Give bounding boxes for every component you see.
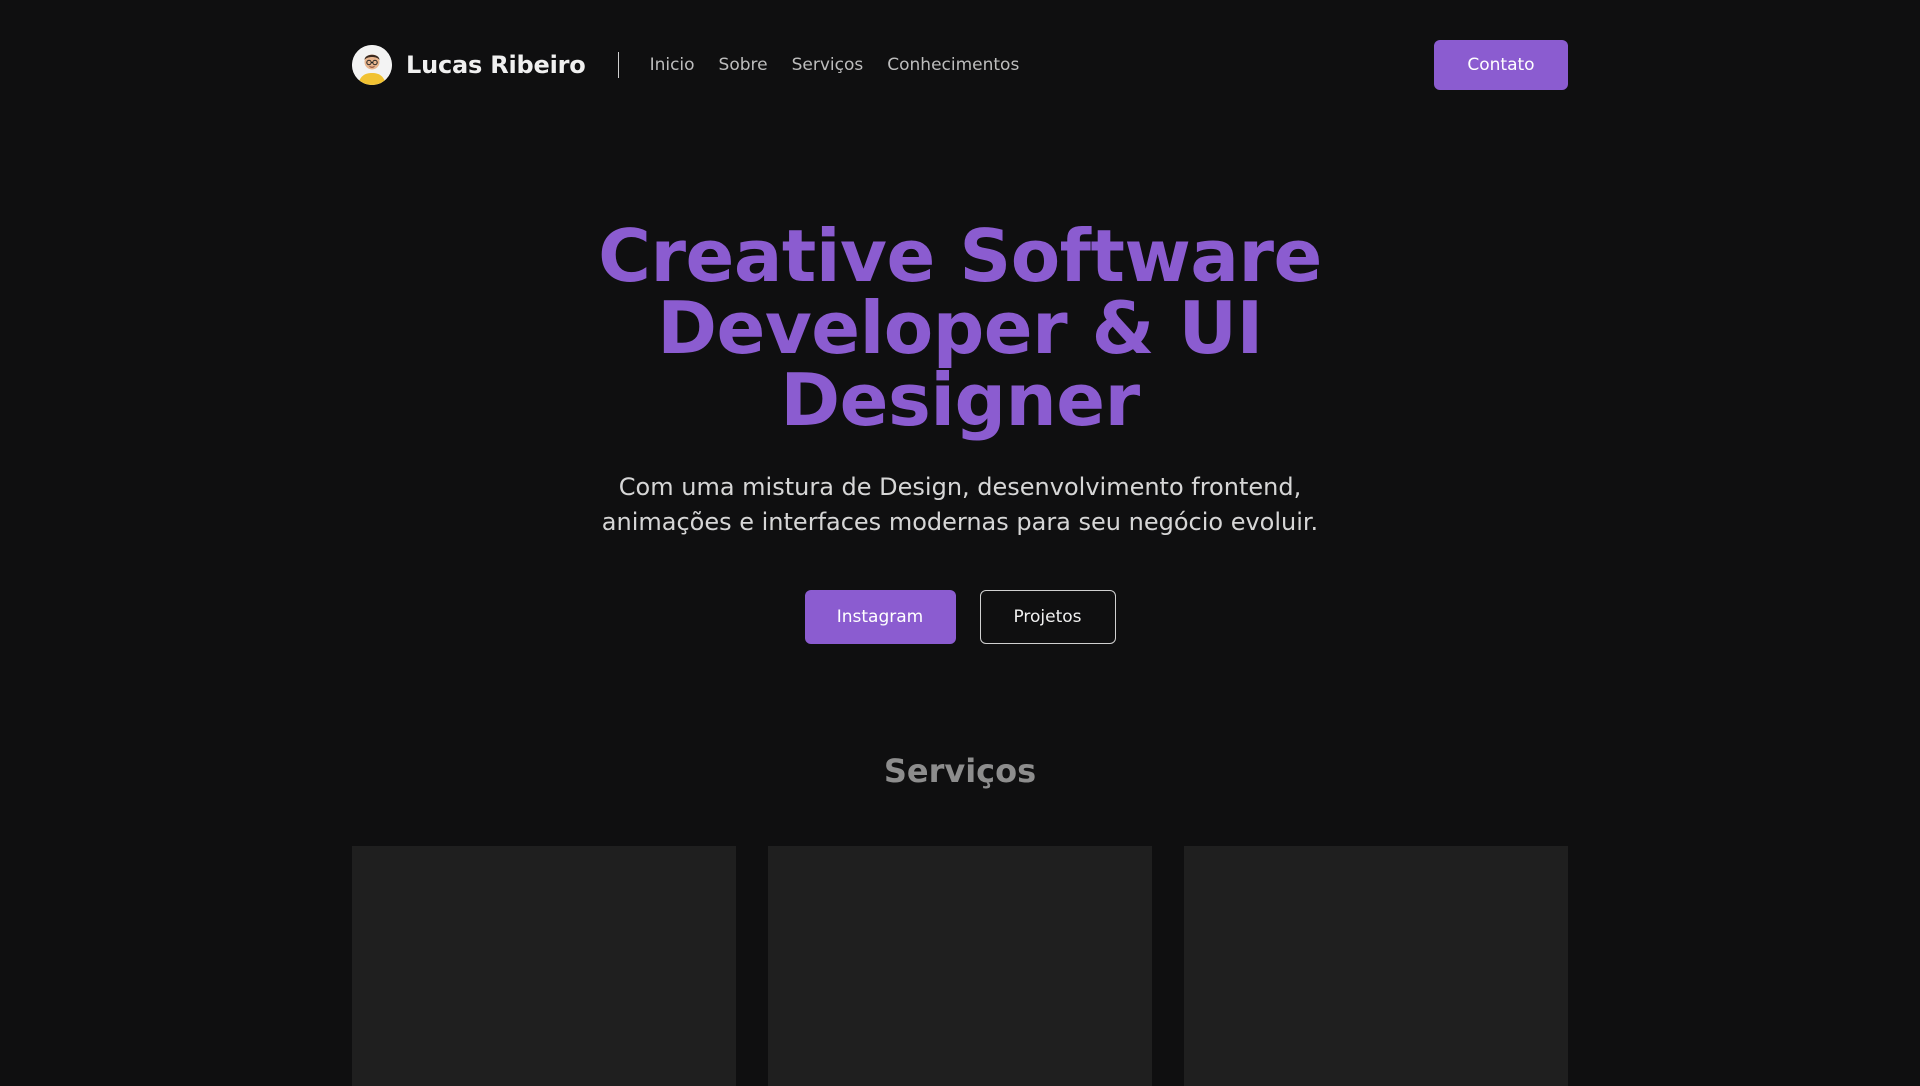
- person-avatar-icon: [352, 45, 392, 85]
- contact-button[interactable]: Contato: [1434, 40, 1568, 90]
- nav-item-inicio[interactable]: Inicio: [650, 55, 695, 75]
- brand[interactable]: Lucas Ribeiro: [352, 40, 586, 90]
- service-card[interactable]: [768, 846, 1152, 1086]
- hero-actions: Instagram Projetos: [0, 590, 1920, 644]
- instagram-button[interactable]: Instagram: [804, 590, 956, 644]
- nav-item-conhecimentos[interactable]: Conhecimentos: [887, 55, 1019, 75]
- hero-subtitle: Com uma mistura de Design, desenvolvimen…: [601, 473, 1319, 536]
- brand-name[interactable]: Lucas Ribeiro: [406, 51, 586, 79]
- service-card[interactable]: [352, 846, 736, 1086]
- projects-button[interactable]: Projetos: [979, 590, 1116, 644]
- site-header: Lucas Ribeiro Inicio Sobre Serviços Conh…: [352, 40, 1568, 90]
- hero-title: Creative Software Developer & UI Designe…: [598, 214, 1322, 442]
- hero-section: Creative Software Developer & UI Designe…: [0, 220, 1920, 644]
- header-divider: [617, 52, 619, 78]
- services-title: Serviços: [883, 752, 1037, 790]
- service-card[interactable]: [1184, 846, 1568, 1086]
- nav-item-servicos[interactable]: Serviços: [792, 55, 864, 75]
- services-cards: [352, 846, 1568, 1086]
- nav-item-sobre[interactable]: Sobre: [719, 55, 768, 75]
- main-nav: Inicio Sobre Serviços Conhecimentos: [650, 55, 1020, 75]
